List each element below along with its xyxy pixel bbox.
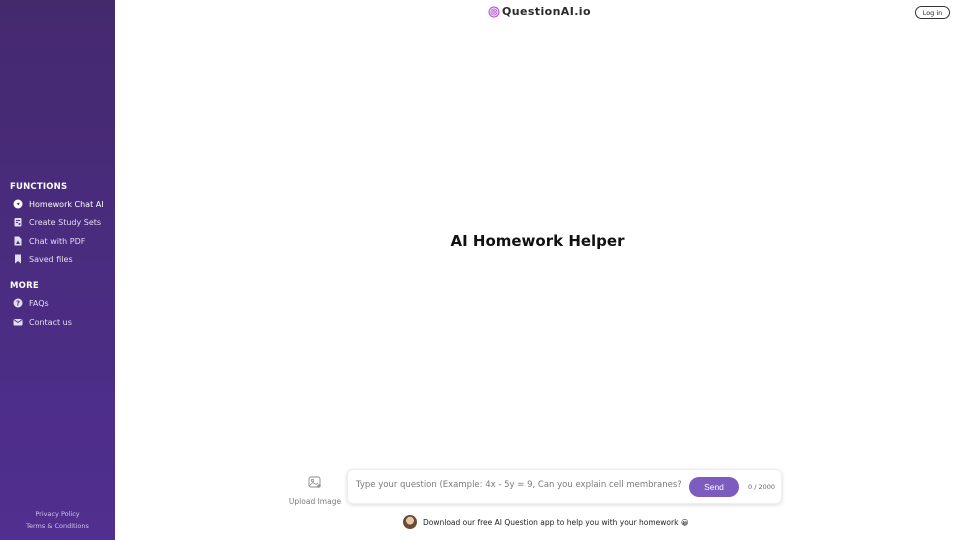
logo-icon [488,6,500,18]
functions-section-title: FUNCTIONS [10,182,68,192]
svg-text:?: ? [16,300,20,308]
question-input-box: Send 0 / 2000 [347,469,782,504]
privacy-policy-link[interactable]: Privacy Policy [0,510,115,518]
promo-text: Download our free AI Question app to hel… [423,517,689,527]
sidebar-item-saved-files[interactable]: Saved files [13,254,73,264]
logo[interactable]: QuestionAI.io [488,5,591,18]
question-input[interactable] [356,480,681,490]
sidebar-item-contact-us[interactable]: Contact us [13,317,72,327]
study-sets-icon [13,217,23,227]
upload-image-label: Upload Image [288,497,342,506]
sidebar-item-label: Saved files [29,254,73,264]
sidebar-item-label: Contact us [29,317,72,327]
question-circle-icon: ? [13,298,23,308]
sidebar-item-create-study-sets[interactable]: Create Study Sets [13,217,101,227]
sidebar-item-label: Create Study Sets [29,217,102,227]
image-upload-icon [308,474,322,488]
more-section-title: MORE [10,281,39,291]
sidebar-item-label: FAQs [29,298,49,308]
sidebar-item-label: Chat with PDF [29,236,86,246]
page-title: AI Homework Helper [450,232,625,250]
pdf-file-icon [13,236,23,246]
login-button[interactable]: Log in [915,6,950,19]
sidebar-item-homework-chat-ai[interactable]: Homework Chat AI [13,199,104,209]
envelope-icon [13,317,23,327]
character-counter: 0 / 2000 [748,483,775,491]
bookmark-icon [13,254,23,264]
chat-bubble-icon [13,199,23,209]
upload-image-button[interactable]: Upload Image [288,474,342,508]
sidebar-item-chat-with-pdf[interactable]: Chat with PDF [13,236,85,246]
send-button[interactable]: Send [689,477,739,497]
avatar [403,515,417,529]
sidebar-item-label: Homework Chat AI [29,199,104,209]
logo-text: QuestionAI.io [502,5,591,18]
sidebar-item-faqs[interactable]: ? FAQs [13,298,49,308]
terms-conditions-link[interactable]: Terms & Conditions [0,522,115,530]
app-download-promo[interactable]: Download our free AI Question app to hel… [403,515,689,529]
sidebar: FUNCTIONS Homework Chat AI Create Study … [0,0,115,540]
